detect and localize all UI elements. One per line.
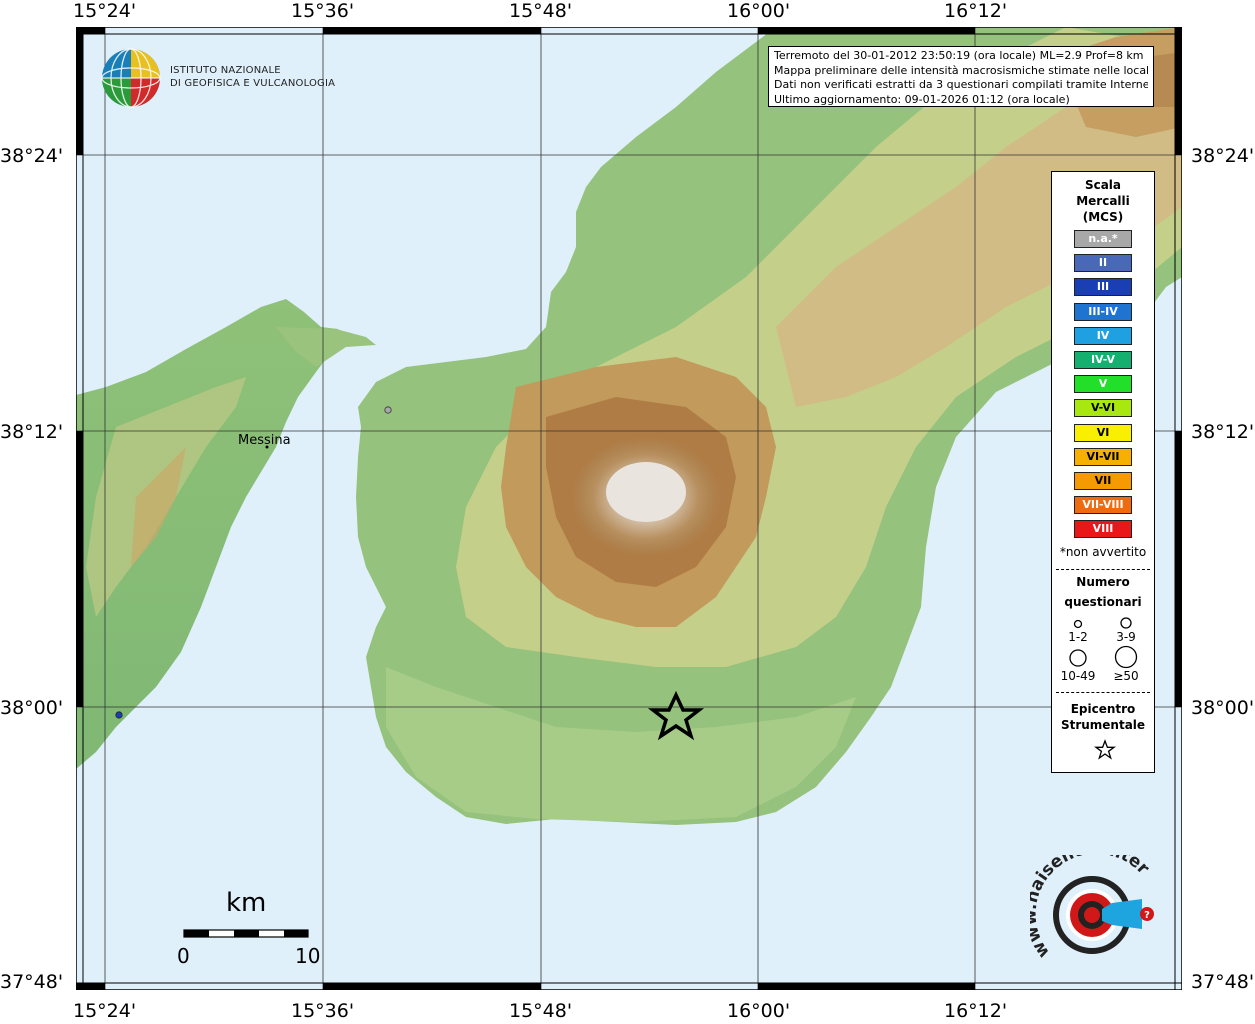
lon-label-top: 15°24'	[73, 0, 137, 22]
intensity-swatch: VI-VII	[1074, 447, 1132, 466]
legend-count-title1: Numero	[1076, 575, 1130, 589]
count-label-3-9: 3-9	[1116, 630, 1136, 644]
questionnaire-marker-na	[384, 406, 392, 414]
count-label-10-49: 10-49	[1060, 669, 1096, 683]
lat-label-right: 38°00'	[1191, 697, 1255, 719]
ingv-name-line2: DI GEOFISICA E VULCANOLOGIA	[170, 78, 336, 89]
questionnaire-marker-ii	[115, 711, 123, 719]
legend: Scala Mercalli (MCS) n.a.* II III III-IV IV I…	[1051, 171, 1155, 773]
count-circle-small-icon	[1073, 619, 1083, 629]
lon-label-bottom: 15°36'	[291, 1000, 355, 1022]
lat-label-left: 38°12'	[0, 421, 64, 443]
ingv-name-line1: ISTITUTO NAZIONALE	[170, 65, 281, 76]
event-info-line3: Dati non verificati estratti da 3 questi…	[774, 78, 1148, 91]
lat-label-right: 38°24'	[1191, 145, 1255, 167]
intensity-swatch: IV	[1074, 326, 1132, 345]
lon-label-top: 16°12'	[944, 0, 1008, 22]
scalebar-max: 10	[295, 944, 321, 968]
event-info-box: Terremoto del 30-01-2012 23:50:19 (ora l…	[768, 46, 1154, 107]
lon-label-top: 15°36'	[291, 0, 355, 22]
lat-label-left: 38°24'	[0, 145, 64, 167]
city-label-messina: Messina	[238, 433, 291, 448]
legend-separator	[1056, 692, 1150, 693]
lat-label-left: 37°48'	[0, 971, 64, 993]
svg-text:?: ?	[1144, 910, 1150, 921]
legend-separator	[1056, 569, 1150, 570]
intensity-swatch: III-IV	[1074, 302, 1132, 321]
map-canvas[interactable]	[76, 27, 1182, 990]
intensity-swatch: VI	[1074, 423, 1132, 442]
intensity-swatch: n.a.*	[1074, 230, 1132, 248]
intensity-swatch: V	[1074, 375, 1132, 394]
event-info-line2: Mappa preliminare delle intensità macros…	[774, 63, 1148, 77]
lat-label-right: 37°48'	[1191, 971, 1255, 993]
legend-title-mercalli: Mercalli	[1076, 194, 1130, 208]
lat-label-right: 38°12'	[1191, 421, 1255, 443]
legend-epi-title2: Strumentale	[1060, 718, 1146, 732]
intensity-swatch: VII-VIII	[1074, 496, 1132, 515]
lon-label-top: 15°48'	[509, 0, 573, 22]
count-label-1-2: 1-2	[1068, 630, 1088, 644]
intensity-swatch: VII	[1074, 472, 1132, 490]
hsit-target-icon: ? www.haisentitoilterremoto.it	[1020, 839, 1154, 961]
count-label-50: ≥50	[1113, 669, 1139, 683]
ingv-name: ISTITUTO NAZIONALE DI GEOFISICA E VULCAN…	[170, 64, 335, 90]
count-circle-medium-icon	[1120, 617, 1132, 629]
intensity-swatch: II	[1074, 254, 1132, 273]
legend-epi-title1: Epicentro	[1070, 702, 1136, 716]
scalebar-min: 0	[177, 944, 190, 968]
legend-count-title2: questionari	[1064, 595, 1142, 609]
lat-label-left: 38°00'	[0, 697, 64, 719]
legend-title-mcs: (MCS)	[1082, 210, 1124, 224]
lon-label-bottom: 16°00'	[727, 1000, 791, 1022]
lon-label-bottom: 15°24'	[73, 1000, 137, 1022]
hsit-logo: ? www.haisentitoilterremoto.it	[1020, 839, 1165, 975]
intensity-swatch: VIII	[1074, 520, 1132, 539]
event-info-line1: Terremoto del 30-01-2012 23:50:19 (ora l…	[774, 49, 1144, 62]
map-area[interactable]	[76, 27, 1182, 990]
globe-icon	[101, 48, 161, 108]
lon-label-bottom: 15°48'	[509, 1000, 573, 1022]
lon-label-bottom: 16°12'	[944, 1000, 1008, 1022]
scalebar-unit: km	[226, 888, 267, 918]
lon-label-top: 16°00'	[727, 0, 791, 22]
count-circle-xlarge-icon	[1114, 645, 1138, 669]
event-info-line4: Ultimo aggiornamento: 09-01-2026 01:12 (…	[774, 92, 1070, 106]
legend-note: *non avvertito	[1059, 545, 1147, 559]
legend-star-icon	[1094, 739, 1116, 760]
scalebar	[183, 929, 309, 938]
intensity-swatch: IV-V	[1074, 351, 1132, 369]
count-circle-large-icon	[1069, 649, 1087, 667]
intensity-swatch: III	[1074, 278, 1132, 297]
legend-title-scala: Scala	[1084, 178, 1122, 192]
intensity-swatch: V-VI	[1074, 399, 1132, 418]
